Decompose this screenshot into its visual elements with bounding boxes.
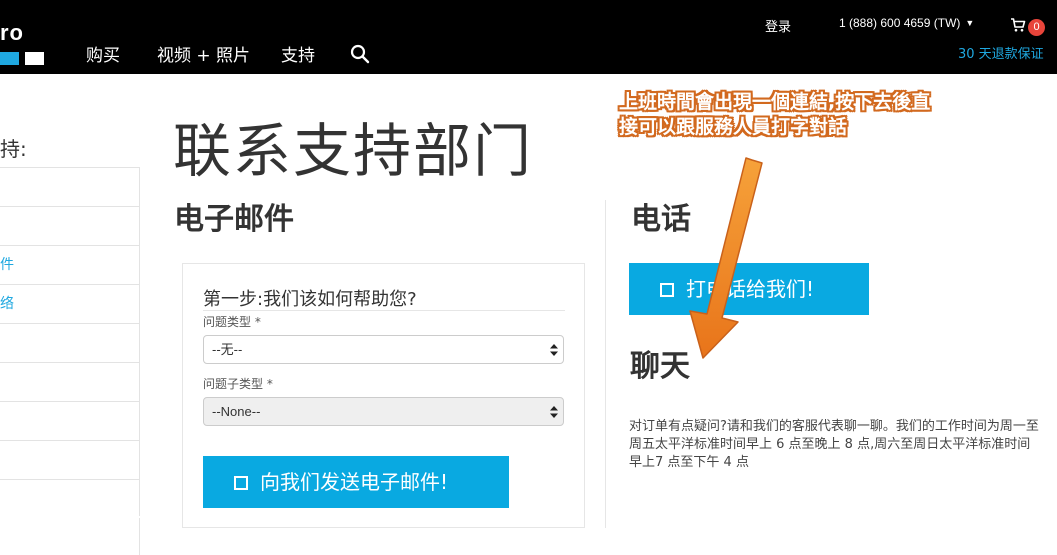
send-email-button[interactable]: 向我们发送电子邮件! <box>203 456 509 508</box>
sidebar-nav: 件 络 <box>0 167 140 516</box>
call-us-button[interactable]: 打电话给我们! <box>629 263 869 315</box>
problem-type-value: --无-- <box>212 342 243 357</box>
cart-count-badge: 0 <box>1028 19 1045 36</box>
annotation-callout: 上班時間會出現一個連結,按下去後直接可以跟服務人員打字對話 <box>619 91 931 138</box>
sidebar-item[interactable] <box>0 479 139 516</box>
select-arrows-icon <box>550 406 558 418</box>
square-icon <box>234 476 248 490</box>
square-icon <box>660 283 674 297</box>
send-email-button-label: 向我们发送电子邮件! <box>260 470 449 494</box>
problem-subtype-value: --None-- <box>212 404 261 419</box>
chat-heading: 聊天 <box>630 349 690 384</box>
problem-subtype-label: 问题子类型 * <box>203 377 273 391</box>
phone-number: 1 (888) 600 4659 (TW) <box>839 16 961 30</box>
sidebar-item[interactable]: 件 <box>0 245 139 284</box>
nav-support[interactable]: 支持 <box>281 41 315 66</box>
select-arrows-icon <box>550 344 558 356</box>
page-title: 联系支持部门 <box>173 117 534 185</box>
sidebar-item[interactable] <box>0 167 139 206</box>
step-title: 第一步:我们该如何帮助您? <box>203 289 417 310</box>
chat-description: 对订单有点疑问?请和我们的客服代表聊一聊。我们的工作时间为周一至周五太平洋标准时… <box>629 419 1039 470</box>
login-link[interactable]: 登录 <box>765 16 791 35</box>
sidebar-item[interactable] <box>0 206 139 245</box>
logo-blue-square <box>0 52 19 65</box>
search-icon[interactable] <box>350 44 370 64</box>
money-back-guarantee-link[interactable]: 30 天退款保证 <box>958 43 1044 62</box>
email-heading: 电子邮件 <box>174 202 294 237</box>
nav-buy[interactable]: 购买 <box>86 41 120 66</box>
gopro-logo[interactable]: ro <box>0 20 48 66</box>
sidebar-item[interactable] <box>0 323 139 362</box>
sidebar-item[interactable] <box>0 401 139 440</box>
problem-type-select[interactable]: --无-- <box>203 335 564 364</box>
top-navigation-bar: ro 购买 视频 + 照片 支持 登录 1 (888) 600 4659 (TW… <box>0 0 1057 74</box>
sidebar-border <box>139 518 140 555</box>
sidebar-item[interactable] <box>0 440 139 479</box>
column-divider <box>605 200 606 528</box>
divider <box>203 310 565 311</box>
sidebar-item[interactable]: 络 <box>0 284 139 323</box>
chevron-down-icon: ▼ <box>965 18 975 28</box>
call-us-button-label: 打电话给我们! <box>686 277 815 301</box>
cart-icon[interactable] <box>1010 17 1026 33</box>
phone-heading: 电话 <box>631 202 691 237</box>
sidebar-item[interactable] <box>0 362 139 401</box>
problem-subtype-select[interactable]: --None-- <box>203 397 564 426</box>
email-form-panel: 第一步:我们该如何帮助您? 问题类型 * --无-- 问题子类型 * --Non… <box>182 263 585 528</box>
sidebar-title: 支持: <box>0 137 27 161</box>
problem-type-label: 问题类型 * <box>203 315 261 329</box>
logo-text: ro <box>0 20 24 45</box>
phone-selector[interactable]: 1 (888) 600 4659 (TW) ▼ <box>839 16 974 30</box>
nav-videos-photos[interactable]: 视频 + 照片 <box>157 41 250 66</box>
logo-white-square <box>25 52 44 65</box>
